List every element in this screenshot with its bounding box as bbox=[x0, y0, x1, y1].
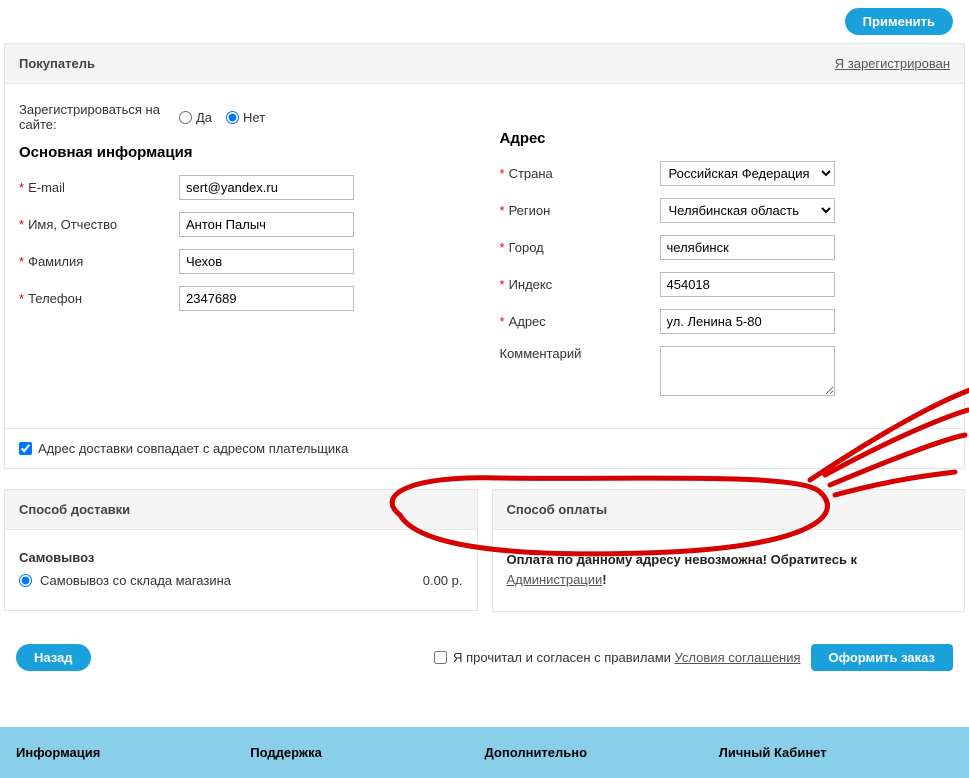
address-heading: Адрес bbox=[500, 130, 951, 147]
name-field[interactable] bbox=[179, 212, 354, 237]
agree-block: Я прочитал и согласен с правилами Услови… bbox=[91, 644, 953, 671]
bottom-bar: Назад Я прочитал и согласен с правилами … bbox=[4, 612, 965, 711]
register-on-site-row: Зарегистрироваться на сайте: Да Нет bbox=[19, 102, 470, 132]
surname-row: *Фамилия bbox=[19, 249, 470, 274]
comment-label: Комментарий bbox=[500, 346, 660, 361]
buyer-title: Покупатель bbox=[19, 56, 95, 71]
addr-field[interactable] bbox=[660, 309, 835, 334]
name-label: *Имя, Отчество bbox=[19, 217, 179, 232]
delivery-column: Способ доставки Самовывоз Самовывоз со с… bbox=[4, 489, 478, 612]
payment-header: Способ оплаты bbox=[492, 489, 966, 530]
back-button[interactable]: Назад bbox=[16, 644, 91, 671]
agree-checkbox[interactable] bbox=[434, 651, 447, 664]
comment-field[interactable] bbox=[660, 346, 835, 396]
apply-button[interactable]: Применить bbox=[845, 8, 953, 35]
index-row: *Индекс bbox=[500, 272, 951, 297]
name-row: *Имя, Отчество bbox=[19, 212, 470, 237]
delivery-payment-row: Способ доставки Самовывоз Самовывоз со с… bbox=[4, 489, 965, 612]
register-yes-radio[interactable] bbox=[179, 111, 192, 124]
register-no-label[interactable]: Нет bbox=[226, 110, 265, 125]
footer-account[interactable]: Личный Кабинет bbox=[719, 745, 953, 760]
same-address-label: Адрес доставки совпадает с адресом плате… bbox=[38, 441, 348, 456]
city-label: *Город bbox=[500, 240, 660, 255]
addr-label: *Адрес bbox=[500, 314, 660, 329]
city-row: *Город bbox=[500, 235, 951, 260]
footer-support[interactable]: Поддержка bbox=[250, 745, 484, 760]
delivery-box: Самовывоз Самовывоз со склада магазина 0… bbox=[4, 530, 478, 611]
form-left-column: Зарегистрироваться на сайте: Да Нет Осно… bbox=[19, 102, 470, 408]
phone-field[interactable] bbox=[179, 286, 354, 311]
delivery-header: Способ доставки bbox=[4, 489, 478, 530]
country-label: *Страна bbox=[500, 166, 660, 181]
buyer-section-header: Покупатель Я зарегистрирован bbox=[4, 43, 965, 84]
same-address-row: Адрес доставки совпадает с адресом плате… bbox=[4, 429, 965, 469]
country-select[interactable]: Российская Федерация bbox=[660, 161, 835, 186]
register-yes-label[interactable]: Да bbox=[179, 110, 212, 125]
payment-box: Оплата по данному адресу невозможна! Обр… bbox=[492, 530, 966, 612]
city-field[interactable] bbox=[660, 235, 835, 260]
region-label: *Регион bbox=[500, 203, 660, 218]
footer: Информация Поддержка Дополнительно Личны… bbox=[0, 727, 969, 778]
country-row: *Страна Российская Федерация bbox=[500, 161, 951, 186]
footer-info[interactable]: Информация bbox=[16, 745, 250, 760]
admin-link[interactable]: Администрации bbox=[507, 572, 603, 587]
submit-order-button[interactable]: Оформить заказ bbox=[811, 644, 953, 671]
region-row: *Регион Челябинская область bbox=[500, 198, 951, 223]
register-on-site-label: Зарегистрироваться на сайте: bbox=[19, 102, 179, 132]
phone-label: *Телефон bbox=[19, 291, 179, 306]
pickup-title: Самовывоз bbox=[19, 550, 463, 565]
register-radio-group: Да Нет bbox=[179, 110, 265, 125]
pickup-radio[interactable] bbox=[19, 574, 32, 587]
top-apply-bar: Применить bbox=[4, 0, 965, 43]
email-row: *E-mail bbox=[19, 175, 470, 200]
addr-row: *Адрес bbox=[500, 309, 951, 334]
payment-column: Способ оплаты Оплата по данному адресу н… bbox=[492, 489, 966, 612]
pickup-price: 0.00 р. bbox=[423, 573, 463, 588]
already-registered-link[interactable]: Я зарегистрирован bbox=[835, 56, 950, 71]
comment-row: Комментарий bbox=[500, 346, 951, 396]
register-no-text: Нет bbox=[243, 110, 265, 125]
pickup-option-row: Самовывоз со склада магазина 0.00 р. bbox=[19, 573, 463, 588]
index-field[interactable] bbox=[660, 272, 835, 297]
phone-row: *Телефон bbox=[19, 286, 470, 311]
same-address-checkbox[interactable] bbox=[19, 442, 32, 455]
agree-text: Я прочитал и согласен с правилами Услови… bbox=[453, 650, 800, 665]
region-select[interactable]: Челябинская область bbox=[660, 198, 835, 223]
form-area: Зарегистрироваться на сайте: Да Нет Осно… bbox=[4, 84, 965, 429]
surname-field[interactable] bbox=[179, 249, 354, 274]
footer-additional[interactable]: Дополнительно bbox=[485, 745, 719, 760]
main-info-heading: Основная информация bbox=[19, 144, 470, 161]
index-label: *Индекс bbox=[500, 277, 660, 292]
email-label: *E-mail bbox=[19, 180, 179, 195]
pickup-option-label: Самовывоз со склада магазина bbox=[40, 573, 231, 588]
register-yes-text: Да bbox=[196, 110, 212, 125]
terms-link[interactable]: Условия соглашения bbox=[675, 650, 801, 665]
payment-error-message: Оплата по данному адресу невозможна! Обр… bbox=[507, 550, 951, 589]
surname-label: *Фамилия bbox=[19, 254, 179, 269]
email-field[interactable] bbox=[179, 175, 354, 200]
form-right-column: Адрес *Страна Российская Федерация *Реги… bbox=[500, 102, 951, 408]
register-no-radio[interactable] bbox=[226, 111, 239, 124]
